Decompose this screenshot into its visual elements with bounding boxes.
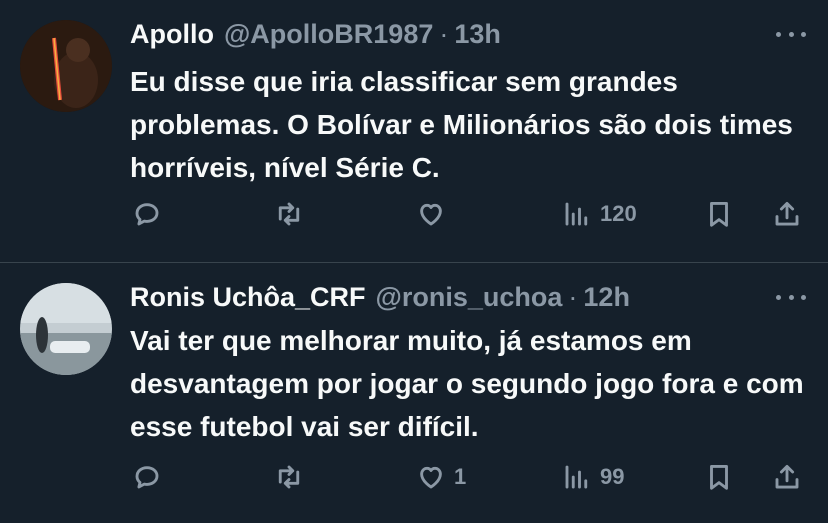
retweet-button[interactable] xyxy=(274,457,312,497)
retweet-icon xyxy=(278,465,300,489)
share-button[interactable] xyxy=(772,457,802,497)
share-icon xyxy=(775,201,799,226)
share-icon xyxy=(775,464,799,489)
bookmark-button[interactable] xyxy=(704,194,734,234)
more-icon[interactable] xyxy=(776,22,806,46)
separator: · xyxy=(439,18,449,49)
like-button[interactable] xyxy=(416,194,454,234)
avatar[interactable] xyxy=(20,20,112,112)
tweet[interactable]: Ronis Uchôa_CRF @ronis_uchoa · 12h Vai t… xyxy=(0,262,828,523)
retweet-button[interactable] xyxy=(274,194,312,234)
user-handle[interactable]: @ApolloBR1987 xyxy=(224,19,433,50)
views-icon xyxy=(565,465,588,489)
reply-button[interactable] xyxy=(132,457,170,497)
tweet[interactable]: Apollo @ApolloBR1987 · 13h Eu disse que … xyxy=(0,0,828,262)
avatar[interactable] xyxy=(20,283,112,375)
action-bar: 120 xyxy=(130,194,828,234)
avatar-image xyxy=(20,20,112,112)
display-name[interactable]: Apollo xyxy=(130,19,214,50)
tweet-text: Vai ter que melhorar muito, já estamos e… xyxy=(130,325,804,442)
bookmark-icon xyxy=(710,464,728,490)
avatar-image xyxy=(20,283,112,375)
reply-button[interactable] xyxy=(132,194,170,234)
like-icon xyxy=(420,466,442,489)
share-button[interactable] xyxy=(772,194,802,234)
views-count: 99 xyxy=(600,464,625,489)
views-count: 120 xyxy=(600,201,637,226)
reply-icon xyxy=(135,466,159,489)
views-button[interactable]: 99 xyxy=(562,457,624,497)
tweet-header: Ronis Uchôa_CRF @ronis_uchoa · 12h xyxy=(130,279,630,315)
separator: · xyxy=(568,281,578,312)
timestamp[interactable]: 12h xyxy=(583,282,630,313)
views-icon xyxy=(565,202,588,226)
tweet-header: Apollo @ApolloBR1987 · 13h xyxy=(130,16,501,52)
reply-icon xyxy=(135,203,159,226)
timestamp[interactable]: 13h xyxy=(454,19,501,50)
more-icon[interactable] xyxy=(776,285,806,309)
action-bar: 1 99 xyxy=(130,457,828,497)
views-button[interactable]: 120 xyxy=(562,194,637,234)
user-handle[interactable]: @ronis_uchoa xyxy=(376,282,563,313)
tweet-text: Eu disse que iria classificar sem grande… xyxy=(130,66,793,183)
retweet-icon xyxy=(278,202,300,226)
bookmark-button[interactable] xyxy=(704,457,734,497)
like-count: 1 xyxy=(454,464,467,489)
bookmark-icon xyxy=(710,201,728,227)
like-icon xyxy=(420,203,442,226)
like-button[interactable]: 1 xyxy=(416,457,466,497)
display-name[interactable]: Ronis Uchôa_CRF xyxy=(130,282,366,313)
